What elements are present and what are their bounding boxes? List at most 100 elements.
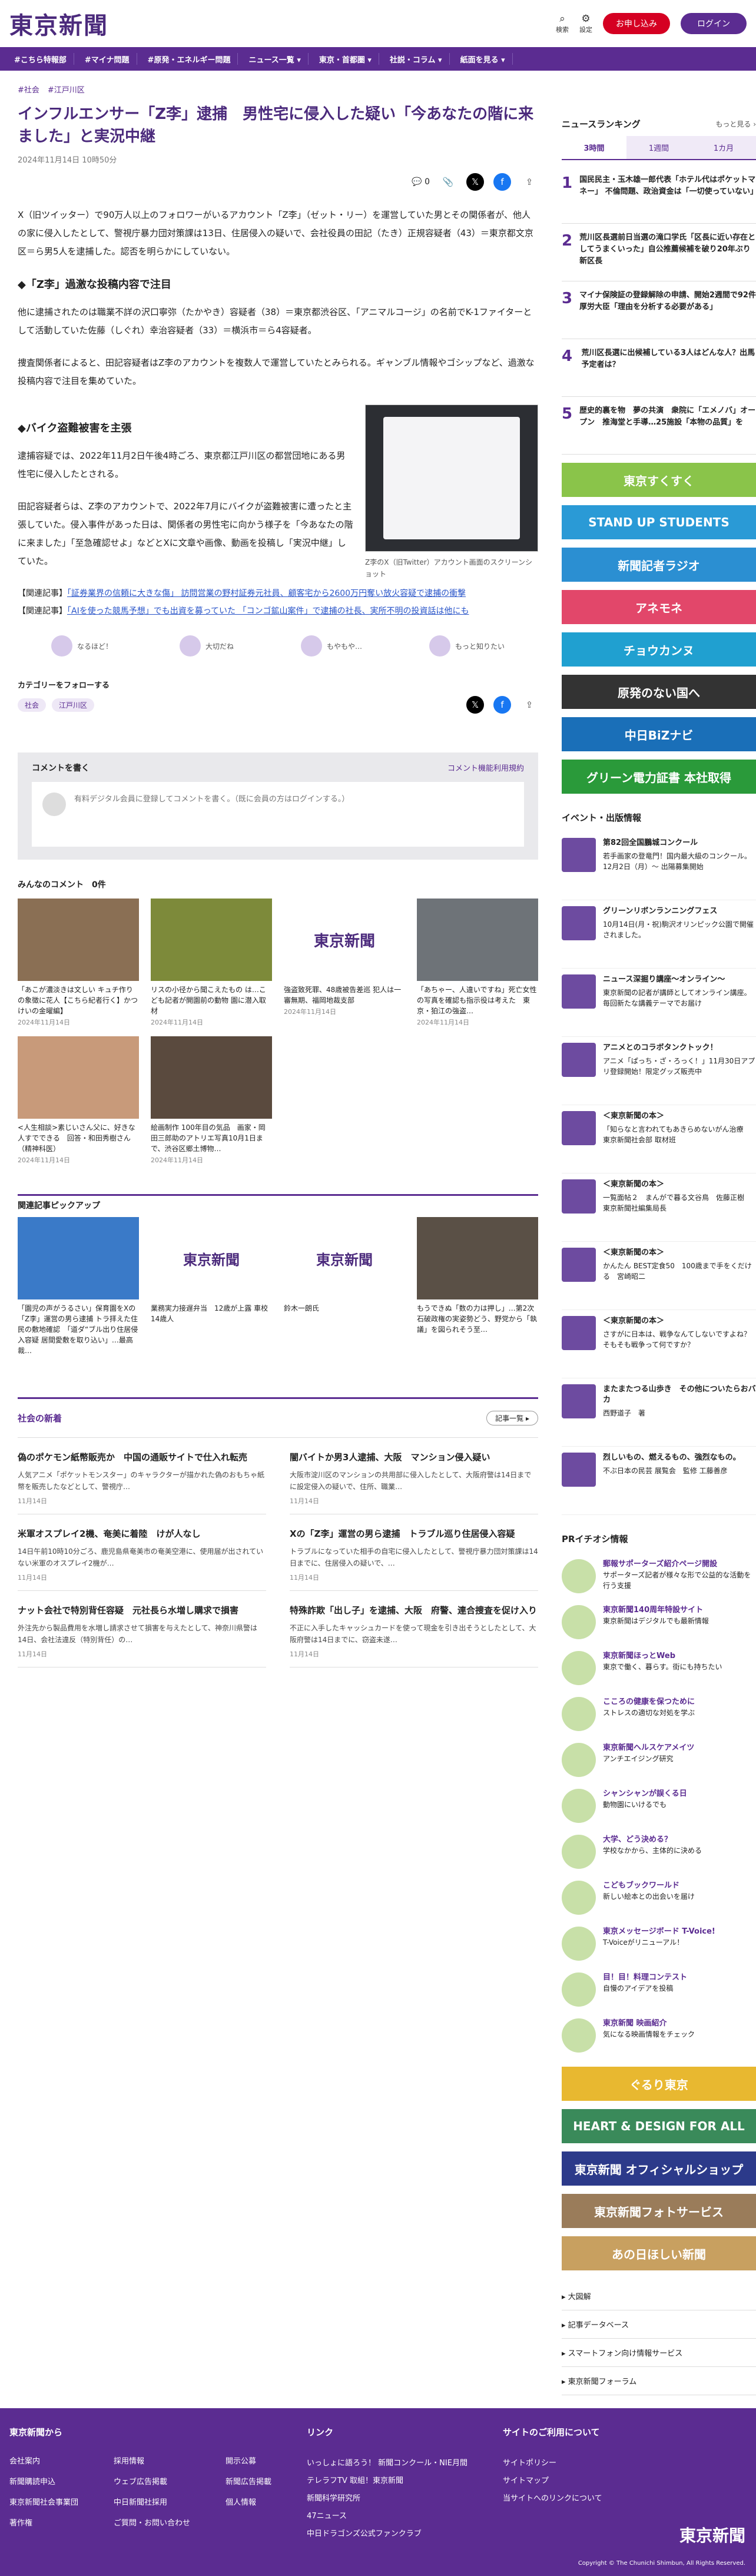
news-item[interactable]: 偽のポケモン紙幣販売か 中国の通販サイトで仕入れ転売 人気アニメ「ポケットモンスタ… xyxy=(18,1438,266,1514)
footer-link[interactable]: 新聞購読申込 xyxy=(9,2475,78,2487)
comment-policy-link[interactable]: コメント機能利用規約 xyxy=(447,762,524,774)
login-button[interactable]: ログイン xyxy=(681,13,747,34)
pr-item[interactable]: 大学、どう決める？ 学校なかから、主体的に決める xyxy=(562,1829,756,1875)
clip-icon[interactable]: 📎 xyxy=(439,173,457,191)
share-icon[interactable]: ⇪ xyxy=(520,696,538,714)
footer-link[interactable]: 当サイトへのリンクについて xyxy=(503,2490,602,2508)
share-icon[interactable]: ⇪ xyxy=(520,173,538,191)
tab-3h[interactable]: 3時間 xyxy=(562,136,626,159)
pr-item[interactable]: 郵報サポーターズ紹介ページ開設 サポーターズ記者が様々な形で公益的な活動を行う支援 xyxy=(562,1553,756,1599)
news-item[interactable]: 米軍オスプレイ2機、奄美に着陸 けが人なし 14日午前10時10分ごろ、鹿児島県奄… xyxy=(18,1514,266,1591)
follow-chip[interactable]: 江戸川区 xyxy=(52,698,95,712)
tag-link[interactable]: #江戸川区 xyxy=(48,84,85,95)
side-link[interactable]: ▸ 東京新聞フォーラム xyxy=(562,2367,756,2395)
event-item[interactable]: ＜東京新聞の本＞ さすがに日本は、戦争なんてしないですよね？ そもそも戦争って何で… xyxy=(562,1310,756,1378)
ranking-item[interactable]: 4 荒川区長選に出候補している3人はどんな人？出馬予定者は？ xyxy=(562,339,756,397)
sidebar-banner[interactable]: 東京すくすく xyxy=(562,463,756,497)
footer-link[interactable]: 個人情報 xyxy=(226,2496,271,2507)
pickup-card[interactable]: 東京新聞 業務実力接遅弁当 12歳が上露 車校14歳人 xyxy=(151,1217,272,1356)
comment-input[interactable]: 有料デジタル会員に登録してコメントを書く。（既に会員の方はログインする。） xyxy=(32,782,524,847)
sidebar-banner[interactable]: 東京新聞フォトサービス xyxy=(562,2194,756,2228)
footer-link[interactable]: 東京新聞社会事業団 xyxy=(9,2496,78,2507)
side-link[interactable]: ▸ 記事データベース xyxy=(562,2310,756,2339)
pr-item[interactable]: 東京新聞ヘルスケアメイツ アンチエイジング研究 xyxy=(562,1737,756,1783)
nav-item[interactable]: #こちら特報部 xyxy=(7,53,74,65)
event-item[interactable]: 烈しいもの、燃えるもの、強烈なもの。 不ぶ日本の民芸 展覧会 監修 工藤善彦 xyxy=(562,1447,756,1515)
news-item[interactable]: 闇バイトか男3人逮捕、大阪 マンション侵入疑い 大阪市淀川区のマンションの共用部に… xyxy=(290,1438,538,1514)
news-item[interactable]: Xの「Z李」運営の男ら逮捕 トラブル巡り住居侵入容疑 トラブルになっていた相手の自… xyxy=(290,1514,538,1591)
screenshot-image[interactable] xyxy=(365,405,538,552)
event-item[interactable]: ＜東京新聞の本＞ 一覧面帖２ まんがで暮る文谷鳥 佐藤正樹 東京新聞社編集局長 xyxy=(562,1173,756,1242)
settings-button[interactable]: ⚙ 設定 xyxy=(579,13,592,34)
pr-item[interactable]: 東京メッセージボード T-Voice! T-Voiceがリニューアル！ xyxy=(562,1921,756,1967)
footer-link[interactable]: サイトポリシー xyxy=(503,2455,602,2472)
sidebar-banner[interactable]: STAND UP STUDENTS xyxy=(562,505,756,539)
side-link[interactable]: ▸ スマートフォン向け情報サービス xyxy=(562,2339,756,2367)
sidebar-banner[interactable]: アネモネ xyxy=(562,590,756,624)
event-item[interactable]: グリーンリボンランニングフェス 10月14日(月・祝)駒沢オリンピック公園で開催さ… xyxy=(562,900,756,969)
sidebar-banner[interactable]: HEART & DESIGN FOR ALL xyxy=(562,2109,756,2143)
ranking-item[interactable]: 1 国民民主・玉木雄一郎代表「ホテル代はポケットマネー」 不倫問題、政治資金は「一… xyxy=(562,166,756,224)
footer-link[interactable]: いっしょに語ろう！ 新聞コンクール・NIE月間 xyxy=(307,2455,467,2472)
sidebar-banner[interactable]: あの日ほしい新聞 xyxy=(562,2236,756,2270)
nav-item[interactable]: 社説・コラム ▾ xyxy=(383,53,450,65)
sidebar-banner[interactable]: 東京新聞 オフィシャルショップ xyxy=(562,2151,756,2186)
pickup-card[interactable]: 「園児の声がうるさい」保育園をXの「Z李」運営の男ら逮捕 トラ拝えた住民の敷地確… xyxy=(18,1217,139,1356)
related-link[interactable]: 「AIを使った競馬予想」でも出資を募っていた 「コンゴ鉱山案件」で逮捕の社長、実… xyxy=(67,606,469,616)
pr-item[interactable]: こころの健康を保つために ストレスの適切な対処を学ぶ xyxy=(562,1691,756,1737)
ranking-item[interactable]: 3 マイナ保険証の登録解除の申請、開始2週間で92件 厚労大臣「理由を分析する必要… xyxy=(562,281,756,339)
pr-item[interactable]: 目！目！料理コンテスト 自慢のアイデアを投稿 xyxy=(562,1967,756,2013)
side-link[interactable]: ▸ 大図解 xyxy=(562,2282,756,2310)
comment-card[interactable]: 東京新聞 強盗致死罪、48歳被告差巡 犯人は一審無期、福岡地裁支部 2024年11月… xyxy=(284,899,405,1027)
footer-link[interactable]: 開示公募 xyxy=(226,2455,271,2466)
x-share-icon[interactable]: 𝕏 xyxy=(466,173,484,191)
reaction-button[interactable]: 大切だね xyxy=(179,635,234,657)
footer-link[interactable]: 採用情報 xyxy=(114,2455,190,2466)
comment-card[interactable]: リスの小径から聞こえたもの は…こども記者が開園前の動物 園に潜入取材 2024年… xyxy=(151,899,272,1027)
sidebar-banner[interactable]: 原発のない国へ xyxy=(562,675,756,709)
footer-link[interactable]: 新聞広告掲載 xyxy=(226,2475,271,2487)
pickup-card[interactable]: 東京新聞 鈴木一朗氏 xyxy=(284,1217,405,1356)
comment-card[interactable]: 「あちゃー、人違いですね」死亡女性の写真を確認も指示役は考えた 東京・狛江の強盗… xyxy=(417,899,538,1027)
nav-item[interactable]: ニュース一覧 ▾ xyxy=(241,53,309,65)
event-item[interactable]: ＜東京新聞の本＞ かんたん BEST定食50 100歳まで手をくだける 宮崎昭二 xyxy=(562,1242,756,1310)
reaction-button[interactable]: なるほど！ xyxy=(51,635,112,657)
pr-item[interactable]: こどもブックワールド 新しい絵本との出会いを届け xyxy=(562,1875,756,1921)
pr-item[interactable]: 東京新聞140周年特設サイト 東京新聞はデジタルでも最新情報 xyxy=(562,1599,756,1645)
comment-card[interactable]: 「あこが濃淡きは文しい キュチ作りの象徴に花人【こちら紀者行く】かつけいの金曜編… xyxy=(18,899,139,1027)
sidebar-banner[interactable]: チョウカンヌ xyxy=(562,632,756,667)
footer-link[interactable]: 47ニュース xyxy=(307,2508,467,2525)
footer-link[interactable]: 中日ドラゴンズ公式ファンクラブ xyxy=(307,2525,467,2543)
footer-link[interactable]: 会社案内 xyxy=(9,2455,78,2466)
ranking-more-link[interactable]: もっと見る › xyxy=(715,119,756,129)
facebook-share-icon[interactable]: f xyxy=(493,173,511,191)
pr-item[interactable]: シャンシャンが誤くる日 動物園にいけるでも xyxy=(562,1783,756,1829)
footer-link[interactable]: ご質問・お問い合わせ xyxy=(114,2517,190,2528)
reaction-button[interactable]: もやもや… xyxy=(300,635,362,657)
event-item[interactable]: ニュース深掘り講座～オンライン～ 東京新聞の記者が講師としてオンライン講座。毎回新… xyxy=(562,969,756,1037)
ranking-item[interactable]: 5 歴史的裏を物 夢の共演 衆院に「エメノバ」オープン 推海堂と手導…25施設「本… xyxy=(562,397,756,455)
sidebar-banner[interactable]: グリーン電力証書 本社取得 xyxy=(562,760,756,794)
news-item[interactable]: ナット会社で特別背任容疑 元社長ら水増し購求で損害 外注先から製品費用を水増し請求… xyxy=(18,1591,266,1667)
event-item[interactable]: 第82回全国鵬城コンクール 若手画家の登竜門！国内最大級のコンクール。12月2日（… xyxy=(562,832,756,900)
sidebar-banner[interactable]: 新聞記者ラジオ xyxy=(562,548,756,582)
footer-logo[interactable]: 東京新聞 xyxy=(679,2523,745,2547)
event-item[interactable]: またまたつる山歩き その他についたらおバカ 西野道子 著 xyxy=(562,1378,756,1447)
related-link[interactable]: 「証券業界の信頼に大きな傷」 訪問営業の野村証券元社員、顧客宅から2600万円奪… xyxy=(67,589,466,598)
footer-link[interactable]: 著作権 xyxy=(9,2517,78,2528)
nav-item[interactable]: #マイナ問題 xyxy=(78,53,137,65)
footer-link[interactable]: 新聞科学研究所 xyxy=(307,2490,467,2508)
tab-1m[interactable]: 1カ月 xyxy=(691,136,756,159)
nav-item[interactable]: #原発・エネルギー問題 xyxy=(141,53,238,65)
x-share-icon[interactable]: 𝕏 xyxy=(466,696,484,714)
sidebar-banner[interactable]: ぐるり東京 xyxy=(562,2067,756,2101)
sidebar-banner[interactable]: 中日BiZナビ xyxy=(562,717,756,751)
facebook-share-icon[interactable]: f xyxy=(493,696,511,714)
comment-count[interactable]: 💬 0 xyxy=(412,177,430,187)
ranking-item[interactable]: 2 荒川区長選前日当選の滝口学氏「区長に近い存在としてうまくいった」自公推薦候補を… xyxy=(562,224,756,281)
footer-link[interactable]: テレラフTV 取組！東京新聞 xyxy=(307,2472,467,2490)
nav-item[interactable]: 東京・首都圏 ▾ xyxy=(312,53,379,65)
footer-link[interactable]: ウェブ広告掲載 xyxy=(114,2475,190,2487)
comment-card[interactable]: <人生相談>素じいさん父に、好きな人すでできる 回答・和田秀樹さん（精神科医） 2… xyxy=(18,1036,139,1165)
reaction-button[interactable]: もっと知りたい xyxy=(429,635,505,657)
